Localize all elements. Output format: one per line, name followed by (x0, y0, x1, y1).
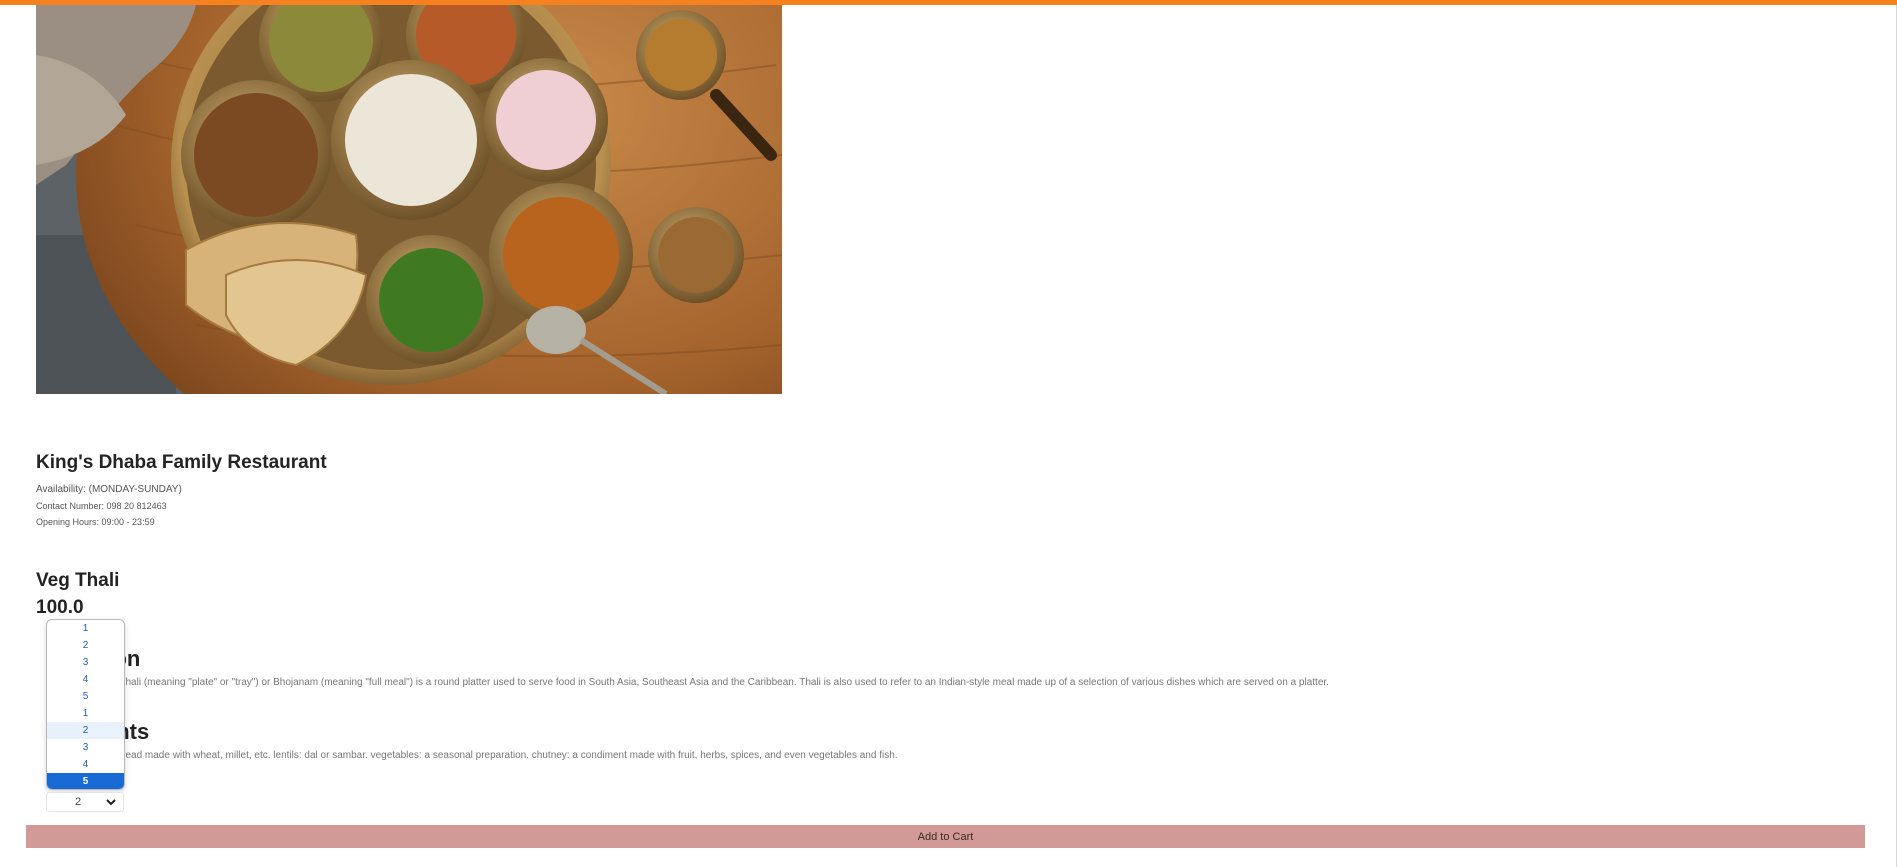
thali-platter-image (36, 5, 782, 394)
restaurant-availability: Availability: (MONDAY-SUNDAY) (36, 484, 182, 495)
chevron-down-icon (106, 799, 116, 806)
quantity-option-selected[interactable]: 5 (47, 773, 124, 789)
quantity-option[interactable]: 4 (47, 671, 124, 688)
quantity-dropdown-list[interactable]: 1 2 3 4 5 1 2 3 4 5 (46, 619, 125, 790)
restaurant-contact: Contact Number: 098 20 812463 (36, 501, 167, 511)
add-to-cart-button[interactable]: Add to Cart (26, 825, 1865, 848)
quantity-option[interactable]: 4 (47, 756, 124, 773)
quantity-select[interactable]: 2 (46, 792, 124, 812)
quantity-option[interactable]: 2 (47, 637, 124, 654)
quantity-option-hovered[interactable]: 2 (47, 722, 124, 739)
ingredients-text: latbread made with wheat, millet, etc. l… (106, 750, 898, 761)
dish-price: 100.0 (36, 597, 84, 618)
quantity-option[interactable]: 3 (47, 739, 124, 756)
description-text: ish Thali (meaning "plate" or "tray") or… (104, 677, 1329, 688)
restaurant-hours: Opening Hours: 09:00 - 23:59 (36, 517, 155, 527)
quantity-option[interactable]: 1 (47, 620, 124, 637)
quantity-option[interactable]: 1 (47, 705, 124, 722)
restaurant-name: King's Dhaba Family Restaurant (36, 452, 327, 473)
dish-name: Veg Thali (36, 570, 120, 591)
quantity-option[interactable]: 5 (47, 688, 124, 705)
quantity-option[interactable]: 3 (47, 654, 124, 671)
quantity-selected-value: 2 (75, 796, 82, 808)
